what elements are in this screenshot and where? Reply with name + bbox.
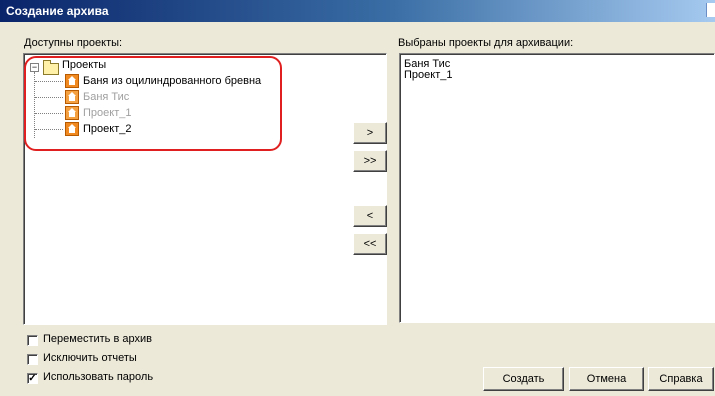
available-projects-label: Доступны проекты: [24,37,123,49]
help-button[interactable]: Справка [648,367,714,391]
add-selected-button[interactable]: > [353,122,387,144]
use-password-checkbox[interactable]: ✓ [27,373,38,384]
move-to-archive-label: Переместить в архив [43,333,152,345]
cancel-button[interactable]: Отмена [569,367,644,391]
remove-all-button[interactable]: << [353,233,387,255]
title-bar[interactable]: Создание архива [0,0,715,22]
move-to-archive-checkbox[interactable] [27,335,38,346]
add-all-button[interactable]: >> [353,150,387,172]
remove-selected-button[interactable]: < [353,205,387,227]
selected-projects-list[interactable]: Баня Тис Проект_1 [399,53,715,323]
use-password-label: Использовать пароль [43,371,154,383]
exclude-reports-label: Исключить отчеты [43,352,137,364]
window-title: Создание архива [6,4,109,18]
exclude-reports-checkbox[interactable] [27,354,38,365]
close-button-edge[interactable] [706,3,715,17]
selected-projects-label: Выбраны проекты для архивации: [398,37,574,49]
list-item-label: Проект_1 [404,69,453,81]
create-button[interactable]: Создать [483,367,564,391]
highlight-annotation [24,56,282,151]
